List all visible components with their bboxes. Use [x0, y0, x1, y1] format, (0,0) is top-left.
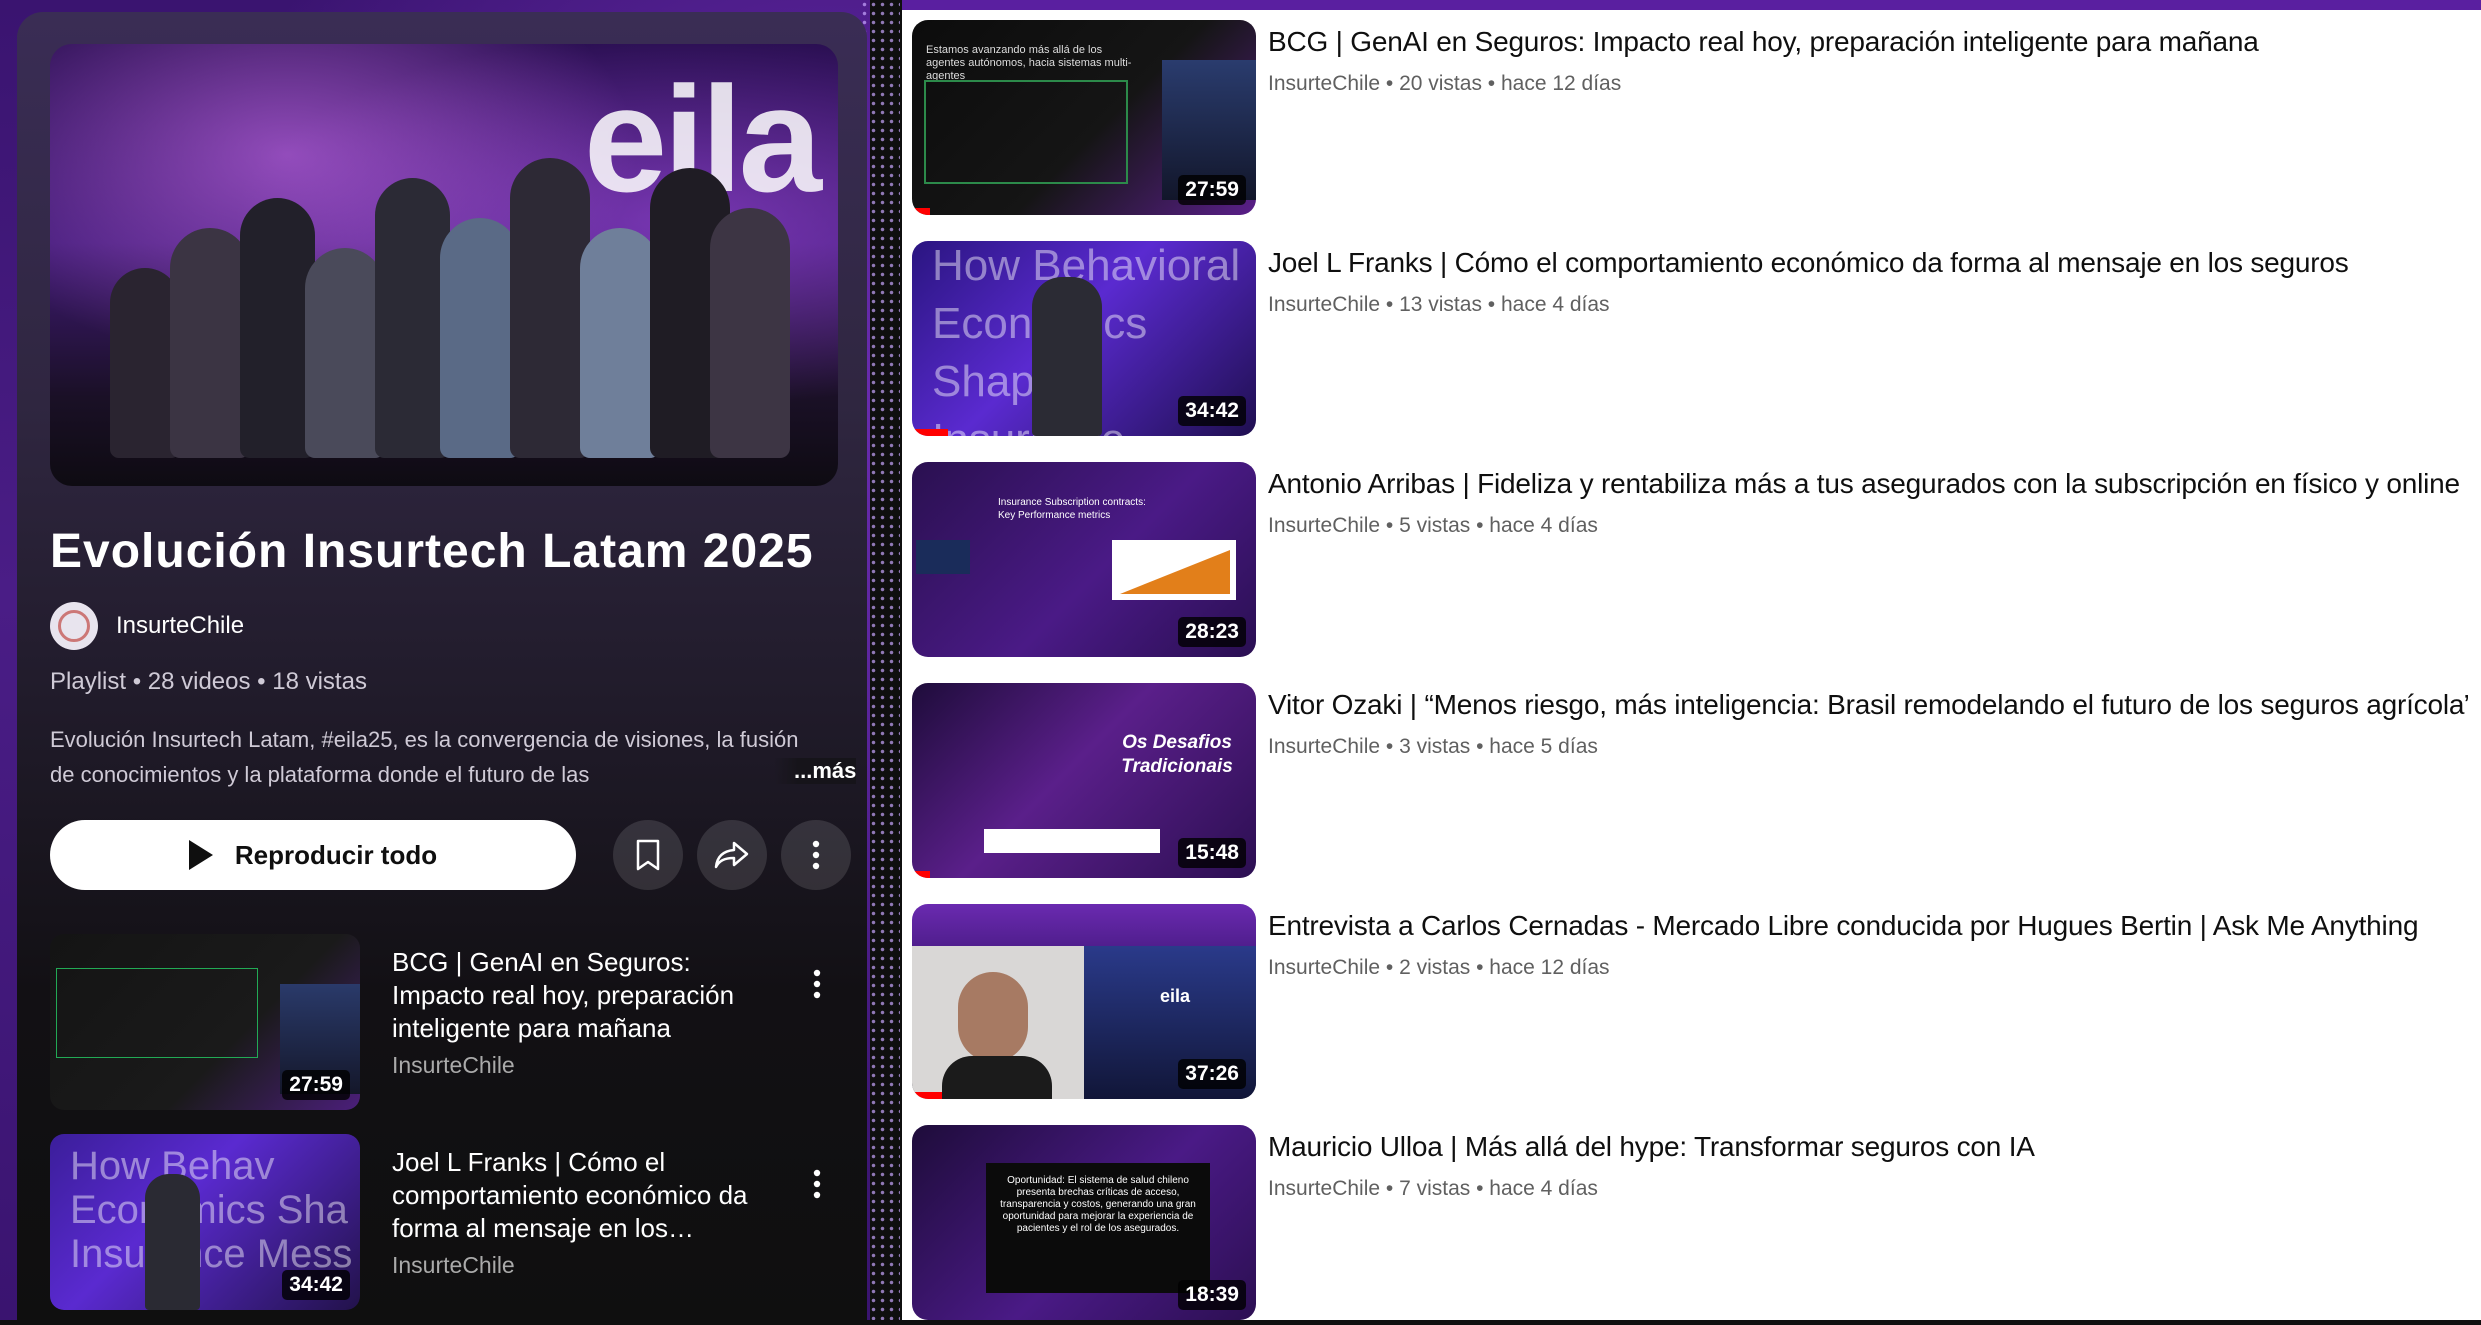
- share-button[interactable]: [697, 820, 767, 890]
- video-thumbnail[interactable]: Oportunidad: El sistema de salud chileno…: [912, 1125, 1256, 1320]
- video-title[interactable]: Antonio Arribas | Fideliza y rentabiliza…: [1268, 468, 2468, 500]
- video-list: Estamos avanzando más allá de los agente…: [902, 0, 2481, 1320]
- speaker-inset: [916, 540, 970, 574]
- channel-avatar[interactable]: [50, 602, 98, 650]
- video-title[interactable]: Joel L Franks | Cómo el comportamiento e…: [1268, 247, 2468, 279]
- watch-progress: [912, 429, 948, 436]
- video-meta: InsurteChile • 20 vistas • hace 12 días: [1268, 72, 1622, 95]
- playlist-title: Evolución Insurtech Latam 2025: [50, 525, 814, 578]
- video-row[interactable]: Os Desafios Tradicionais 15:48 Vitor Oza…: [912, 683, 2472, 883]
- video-title[interactable]: BCG | GenAI en Seguros: Impacto real hoy…: [1268, 26, 2468, 58]
- video-duration: 27:59: [1178, 175, 1246, 205]
- video-title[interactable]: BCG | GenAI en Seguros: Impacto real hoy…: [392, 946, 752, 1045]
- top-purple-band: [902, 0, 2481, 10]
- watch-progress: [912, 208, 930, 215]
- video-duration: 28:23: [1178, 617, 1246, 647]
- video-row[interactable]: Insurance Subscription contracts: Key Pe…: [912, 462, 2472, 662]
- video-channel[interactable]: InsurteChile: [392, 1052, 515, 1079]
- video-meta: InsurteChile • 5 vistas • hace 4 días: [1268, 514, 1598, 537]
- video-title[interactable]: Vitor Ozaki | “Menos riesgo, más intelig…: [1268, 689, 2468, 721]
- video-row[interactable]: Estamos avanzando más allá de los agente…: [912, 20, 2472, 220]
- video-meta: InsurteChile • 13 vistas • hace 4 días: [1268, 293, 1610, 316]
- video-thumbnail[interactable]: eila 37:26: [912, 904, 1256, 1099]
- more-actions-button[interactable]: [781, 820, 851, 890]
- stage-people-graphic: [110, 118, 790, 458]
- save-playlist-button[interactable]: [613, 820, 683, 890]
- playlist-cover-image[interactable]: eila: [50, 44, 838, 486]
- video-title[interactable]: Joel L Franks | Cómo el comportamiento e…: [392, 1146, 752, 1245]
- video-meta: InsurteChile • 3 vistas • hace 5 días: [1268, 735, 1598, 758]
- video-thumbnail[interactable]: Insurance Subscription contracts: Key Pe…: [912, 462, 1256, 657]
- channel-name[interactable]: InsurteChile: [116, 612, 244, 640]
- watch-progress: [912, 1092, 942, 1099]
- video-menu-button[interactable]: [802, 964, 832, 1004]
- playlist-meta: Playlist • 28 videos • 18 vistas: [50, 668, 367, 695]
- slide-text: Oportunidad: El sistema de salud chileno…: [1000, 1175, 1196, 1234]
- share-icon: [714, 841, 749, 869]
- more-vert-icon: [813, 1169, 821, 1199]
- playlist-video-item[interactable]: How Behav Economics Sha Insurance Mess 34:…: [50, 1134, 855, 1314]
- channel-row[interactable]: InsurteChile: [50, 602, 244, 650]
- video-duration: 34:42: [282, 1270, 350, 1300]
- speaker-graphic: [1032, 277, 1102, 436]
- video-duration: 34:42: [1178, 396, 1246, 426]
- chart-graphic: [1112, 540, 1236, 600]
- more-vert-icon: [812, 840, 820, 870]
- play-icon: [188, 840, 213, 870]
- video-thumbnail[interactable]: 27:59: [50, 934, 360, 1110]
- video-thumbnail[interactable]: Estamos avanzando más allá de los agente…: [912, 20, 1256, 215]
- video-duration: 15:48: [1178, 838, 1246, 868]
- slide-text: Insurance Subscription contracts: Key Pe…: [998, 497, 1146, 521]
- playlist-panel: eila Evolución Insurtech Latam 2025 Insu…: [17, 12, 867, 1320]
- video-title[interactable]: Mauricio Ulloa | Más allá del hype: Tran…: [1268, 1131, 2468, 1163]
- video-meta: InsurteChile • 2 vistas • hace 12 días: [1268, 956, 1610, 979]
- video-meta: InsurteChile • 7 vistas • hace 4 días: [1268, 1177, 1598, 1200]
- playlist-description: Evolución Insurtech Latam, #eila25, es l…: [50, 727, 799, 787]
- video-menu-button[interactable]: [802, 1164, 832, 1204]
- slide-text: Estamos avanzando más allá de los agente…: [926, 44, 1132, 82]
- more-link[interactable]: ...más: [774, 758, 857, 784]
- video-row[interactable]: Oportunidad: El sistema de salud chileno…: [912, 1125, 2472, 1325]
- bookmark-icon: [636, 839, 660, 871]
- more-vert-icon: [813, 969, 821, 999]
- video-row[interactable]: How Behavioral Economics Shapes Insuranc…: [912, 241, 2472, 441]
- slide-box: Oportunidad: El sistema de salud chileno…: [986, 1163, 1210, 1293]
- diagram-graphic: [924, 80, 1128, 184]
- video-row[interactable]: eila 37:26 Entrevista a Carlos Cernadas …: [912, 904, 2472, 1104]
- playlist-video-item[interactable]: 27:59 BCG | GenAI en Seguros: Impacto re…: [50, 934, 855, 1114]
- watch-progress: [912, 871, 930, 878]
- video-channel[interactable]: InsurteChile: [392, 1252, 515, 1279]
- caption-bar: [984, 829, 1160, 853]
- interview-left-pane: [912, 946, 1084, 1099]
- play-all-button[interactable]: Reproducir todo: [50, 820, 576, 890]
- video-thumbnail[interactable]: Os Desafios Tradicionais 15:48: [912, 683, 1256, 878]
- video-thumbnail[interactable]: How Behavioral Economics Shapes Insuranc…: [912, 241, 1256, 436]
- play-all-label: Reproducir todo: [234, 839, 438, 870]
- video-duration: 18:39: [1178, 1280, 1246, 1310]
- video-thumbnail[interactable]: How Behav Economics Sha Insurance Mess 34:…: [50, 1134, 360, 1310]
- video-duration: 37:26: [1178, 1059, 1246, 1089]
- video-duration: 27:59: [282, 1070, 350, 1100]
- video-title[interactable]: Entrevista a Carlos Cernadas - Mercado L…: [1268, 910, 2468, 942]
- slide-text: Os Desafios Tradicionais: [1121, 732, 1233, 777]
